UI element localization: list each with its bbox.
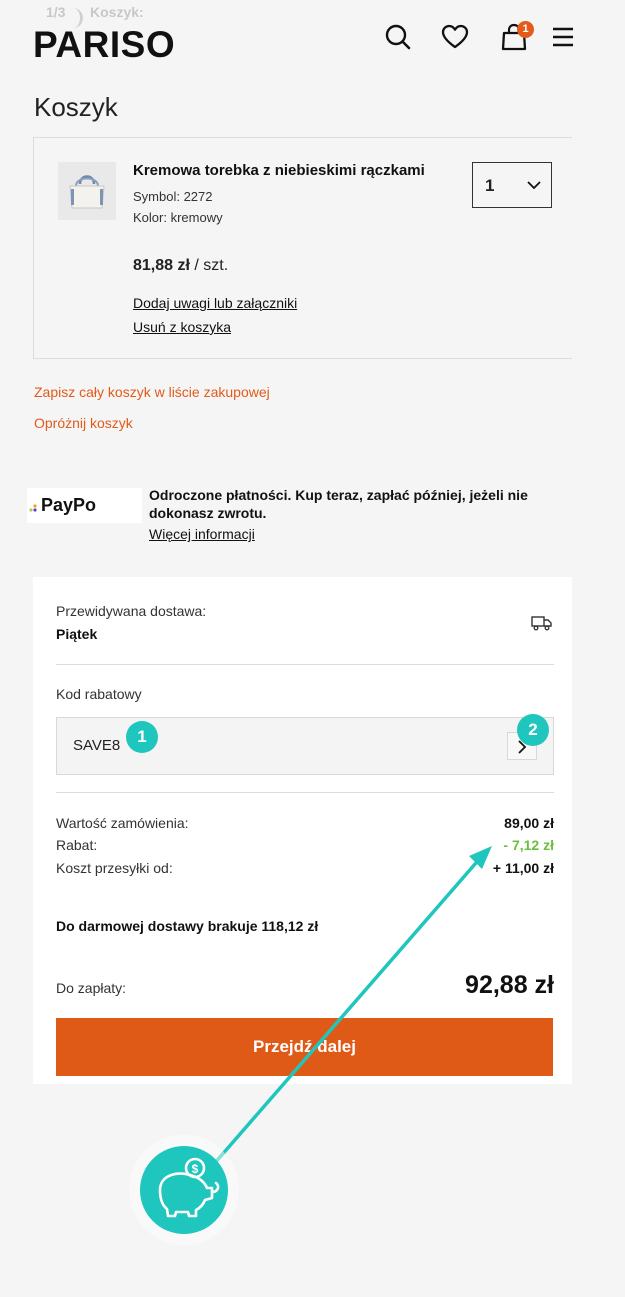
order-value: 89,00 zł [504, 815, 554, 831]
menu-icon[interactable] [549, 22, 579, 52]
paypo-dots-icon [29, 504, 37, 512]
order-value-label: Wartość zamówienia: [56, 815, 189, 831]
divider [56, 792, 554, 793]
free-shipping-note: Do darmowej dostawy brakuje 118,12 zł [56, 918, 319, 934]
remove-from-cart-link[interactable]: Usuń z koszyka [133, 319, 231, 335]
heart-icon[interactable] [440, 22, 470, 52]
step-label: Koszyk: [90, 4, 144, 20]
coupon-label: Kod rabatowy [56, 686, 142, 702]
delivery-label: Przewidywana dostawa: [56, 603, 207, 619]
shipping-label: Koszt przesyłki od: [56, 860, 173, 876]
product-thumbnail[interactable] [58, 162, 116, 220]
cart-count-badge: 1 [517, 21, 534, 38]
paypo-logo-text: PayPo [41, 495, 97, 515]
price-unit: / szt. [189, 257, 229, 274]
add-notes-link[interactable]: Dodaj uwagi lub załączniki [133, 295, 297, 311]
checkout-step-indicator: 1/3 Koszyk: [46, 4, 144, 28]
divider [56, 664, 554, 665]
proceed-button[interactable]: Przejdź dalej [56, 1018, 553, 1076]
delivery-day: Piątek [56, 626, 98, 642]
discount-value: - 7,12 zł [503, 837, 554, 853]
order-summary-panel: Przewidywana dostawa: Piątek Kod rabatow… [33, 577, 572, 1084]
annotation-halo [129, 1135, 239, 1245]
logo[interactable]: PARISO [33, 24, 175, 66]
annotation-marker-2: 2 [517, 714, 549, 746]
save-cart-link[interactable]: Zapisz cały koszyk w liście zakupowej [34, 384, 270, 400]
quantity-value: 1 [485, 176, 495, 195]
coin-symbol: $ [192, 1162, 199, 1176]
annotation-badge [140, 1146, 228, 1234]
discount-label: Rabat: [56, 837, 98, 853]
unit-price: 81,88 zł / szt. [133, 257, 228, 275]
piggy-bank-coin-icon [158, 1157, 220, 1218]
total-label: Do zapłaty: [56, 980, 127, 996]
coupon-input-value: SAVE8 [73, 737, 121, 754]
paypo-description: Odroczone płatności. Kup teraz, zapłać p… [149, 487, 528, 521]
price-value: 81,88 zł [133, 257, 190, 274]
cart-item: Kremowa torebka z niebieskimi rączkami S… [33, 137, 572, 359]
search-icon[interactable] [383, 22, 413, 52]
chevron-down-icon [527, 181, 541, 190]
paypo-logo: PayPo [27, 488, 142, 523]
empty-cart-link[interactable]: Opróżnij koszyk [34, 415, 133, 431]
step-number: 1/3 [46, 4, 66, 20]
product-color: Kolor: kremowy [133, 210, 223, 225]
quantity-select[interactable]: 1 [472, 162, 552, 208]
paypo-more-info-link[interactable]: Więcej informacji [149, 526, 255, 542]
product-name[interactable]: Kremowa torebka z niebieskimi rączkami [133, 162, 425, 179]
truck-icon [531, 616, 552, 631]
shipping-value: + 11,00 zł [492, 860, 554, 876]
total-value: 92,88 zł [465, 971, 554, 999]
product-symbol: Symbol: 2272 [133, 189, 213, 204]
annotation-marker-1: 1 [126, 721, 158, 753]
page-title: Koszyk [34, 92, 118, 122]
